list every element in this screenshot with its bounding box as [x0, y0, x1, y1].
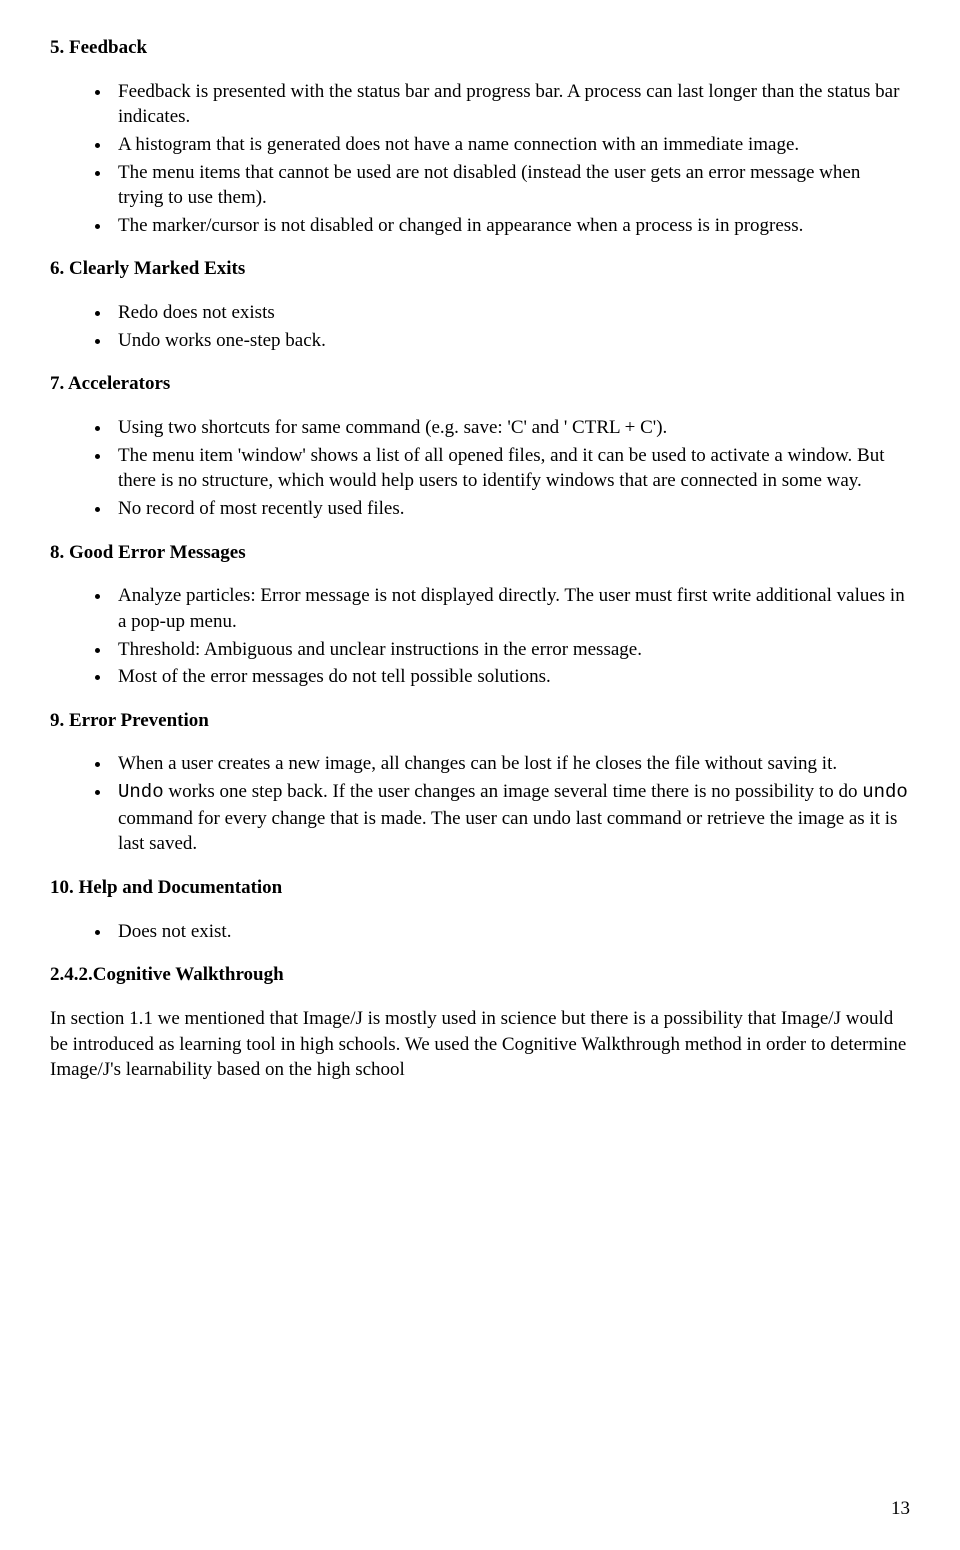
code-text: undo — [862, 781, 908, 803]
text: works one step back. If the user changes… — [164, 781, 863, 802]
list-item: The menu items that cannot be used are n… — [112, 160, 910, 211]
subsection-heading: 2.4.2.Cognitive Walkthrough — [50, 962, 910, 988]
text: command for every change that is made. T… — [118, 808, 897, 855]
section-6-heading: 6. Clearly Marked Exits — [50, 256, 910, 282]
section-5-heading: 5. Feedback — [50, 35, 910, 61]
list-item: Undo works one-step back. — [112, 328, 910, 354]
section-8-list: Analyze particles: Error message is not … — [112, 583, 910, 690]
section-10-list: Does not exist. — [112, 919, 910, 945]
list-item: When a user creates a new image, all cha… — [112, 751, 910, 777]
section-9-list: When a user creates a new image, all cha… — [112, 751, 910, 857]
section-8-heading: 8. Good Error Messages — [50, 540, 910, 566]
list-item: Threshold: Ambiguous and unclear instruc… — [112, 637, 910, 663]
section-10-heading: 10. Help and Documentation — [50, 875, 910, 901]
list-item: No record of most recently used files. — [112, 496, 910, 522]
list-item: Does not exist. — [112, 919, 910, 945]
section-7-list: Using two shortcuts for same command (e.… — [112, 415, 910, 522]
list-item: Feedback is presented with the status ba… — [112, 79, 910, 130]
list-item: Using two shortcuts for same command (e.… — [112, 415, 910, 441]
list-item: Most of the error messages do not tell p… — [112, 664, 910, 690]
section-6-list: Redo does not exists Undo works one-step… — [112, 300, 910, 353]
page-number: 13 — [891, 1496, 910, 1522]
paragraph: In section 1.1 we mentioned that Image/J… — [50, 1006, 910, 1083]
list-item: The menu item 'window' shows a list of a… — [112, 443, 910, 494]
list-item: Undo works one step back. If the user ch… — [112, 779, 910, 857]
section-7-heading: 7. Accelerators — [50, 371, 910, 397]
code-text: Undo — [118, 781, 164, 803]
list-item: A histogram that is generated does not h… — [112, 132, 910, 158]
list-item: The marker/cursor is not disabled or cha… — [112, 213, 910, 239]
section-9-heading: 9. Error Prevention — [50, 708, 910, 734]
list-item: Analyze particles: Error message is not … — [112, 583, 910, 634]
section-5-list: Feedback is presented with the status ba… — [112, 79, 910, 239]
list-item: Redo does not exists — [112, 300, 910, 326]
